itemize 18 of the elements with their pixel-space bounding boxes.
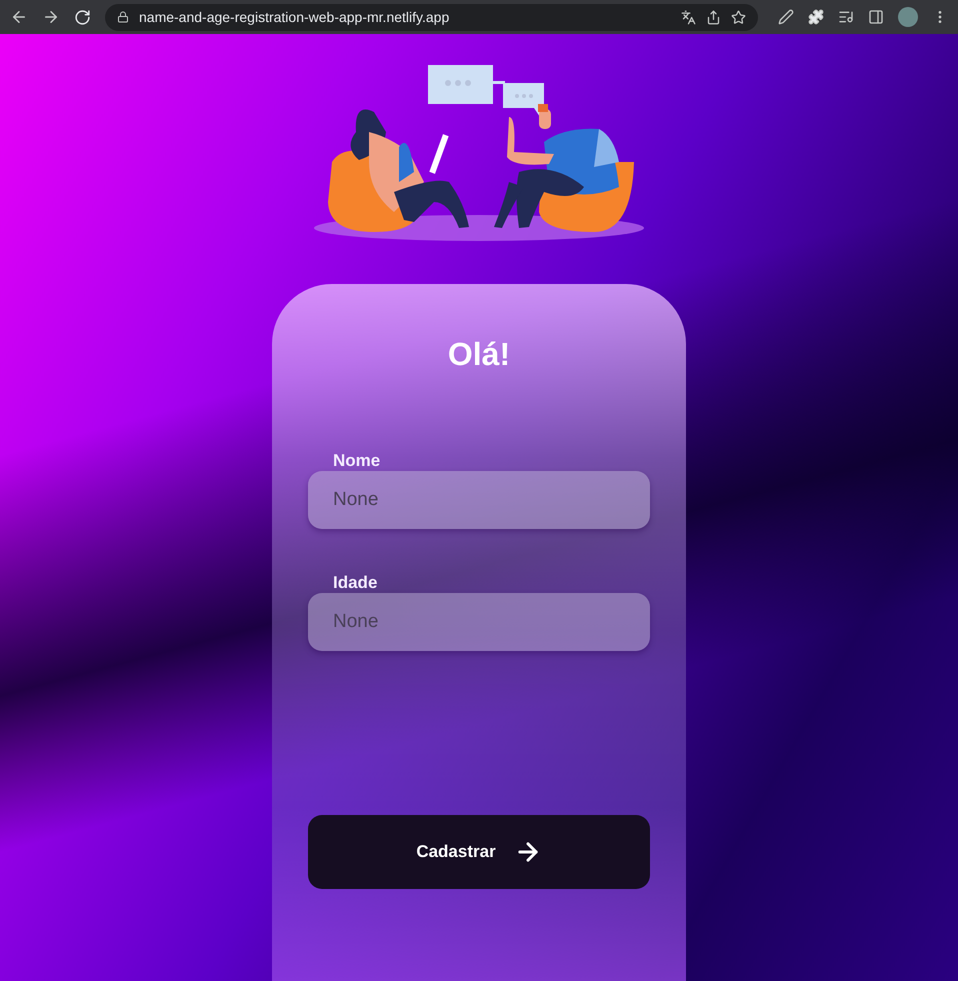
form-title: Olá!: [448, 336, 510, 373]
back-icon[interactable]: [10, 8, 28, 26]
avatar-icon[interactable]: [898, 7, 918, 27]
playlist-icon[interactable]: [838, 9, 854, 25]
puzzle-icon[interactable]: [808, 9, 824, 25]
share-icon[interactable]: [706, 10, 721, 24]
lock-icon: [117, 11, 129, 23]
url-text: name-and-age-registration-web-app-mr.netlify.app: [139, 9, 450, 25]
field-label: Idade: [333, 573, 378, 593]
address-bar[interactable]: name-and-age-registration-web-app-mr.netlify.app: [105, 4, 758, 30]
reload-icon[interactable]: [74, 8, 91, 26]
forward-icon[interactable]: [42, 8, 60, 26]
field-label: Nome: [333, 451, 382, 471]
star-icon[interactable]: [731, 10, 746, 24]
pen-icon[interactable]: [778, 9, 794, 25]
side-panel-icon[interactable]: [868, 9, 884, 25]
submit-button[interactable]: Cadastrar: [308, 815, 650, 889]
translate-icon[interactable]: [681, 10, 696, 24]
